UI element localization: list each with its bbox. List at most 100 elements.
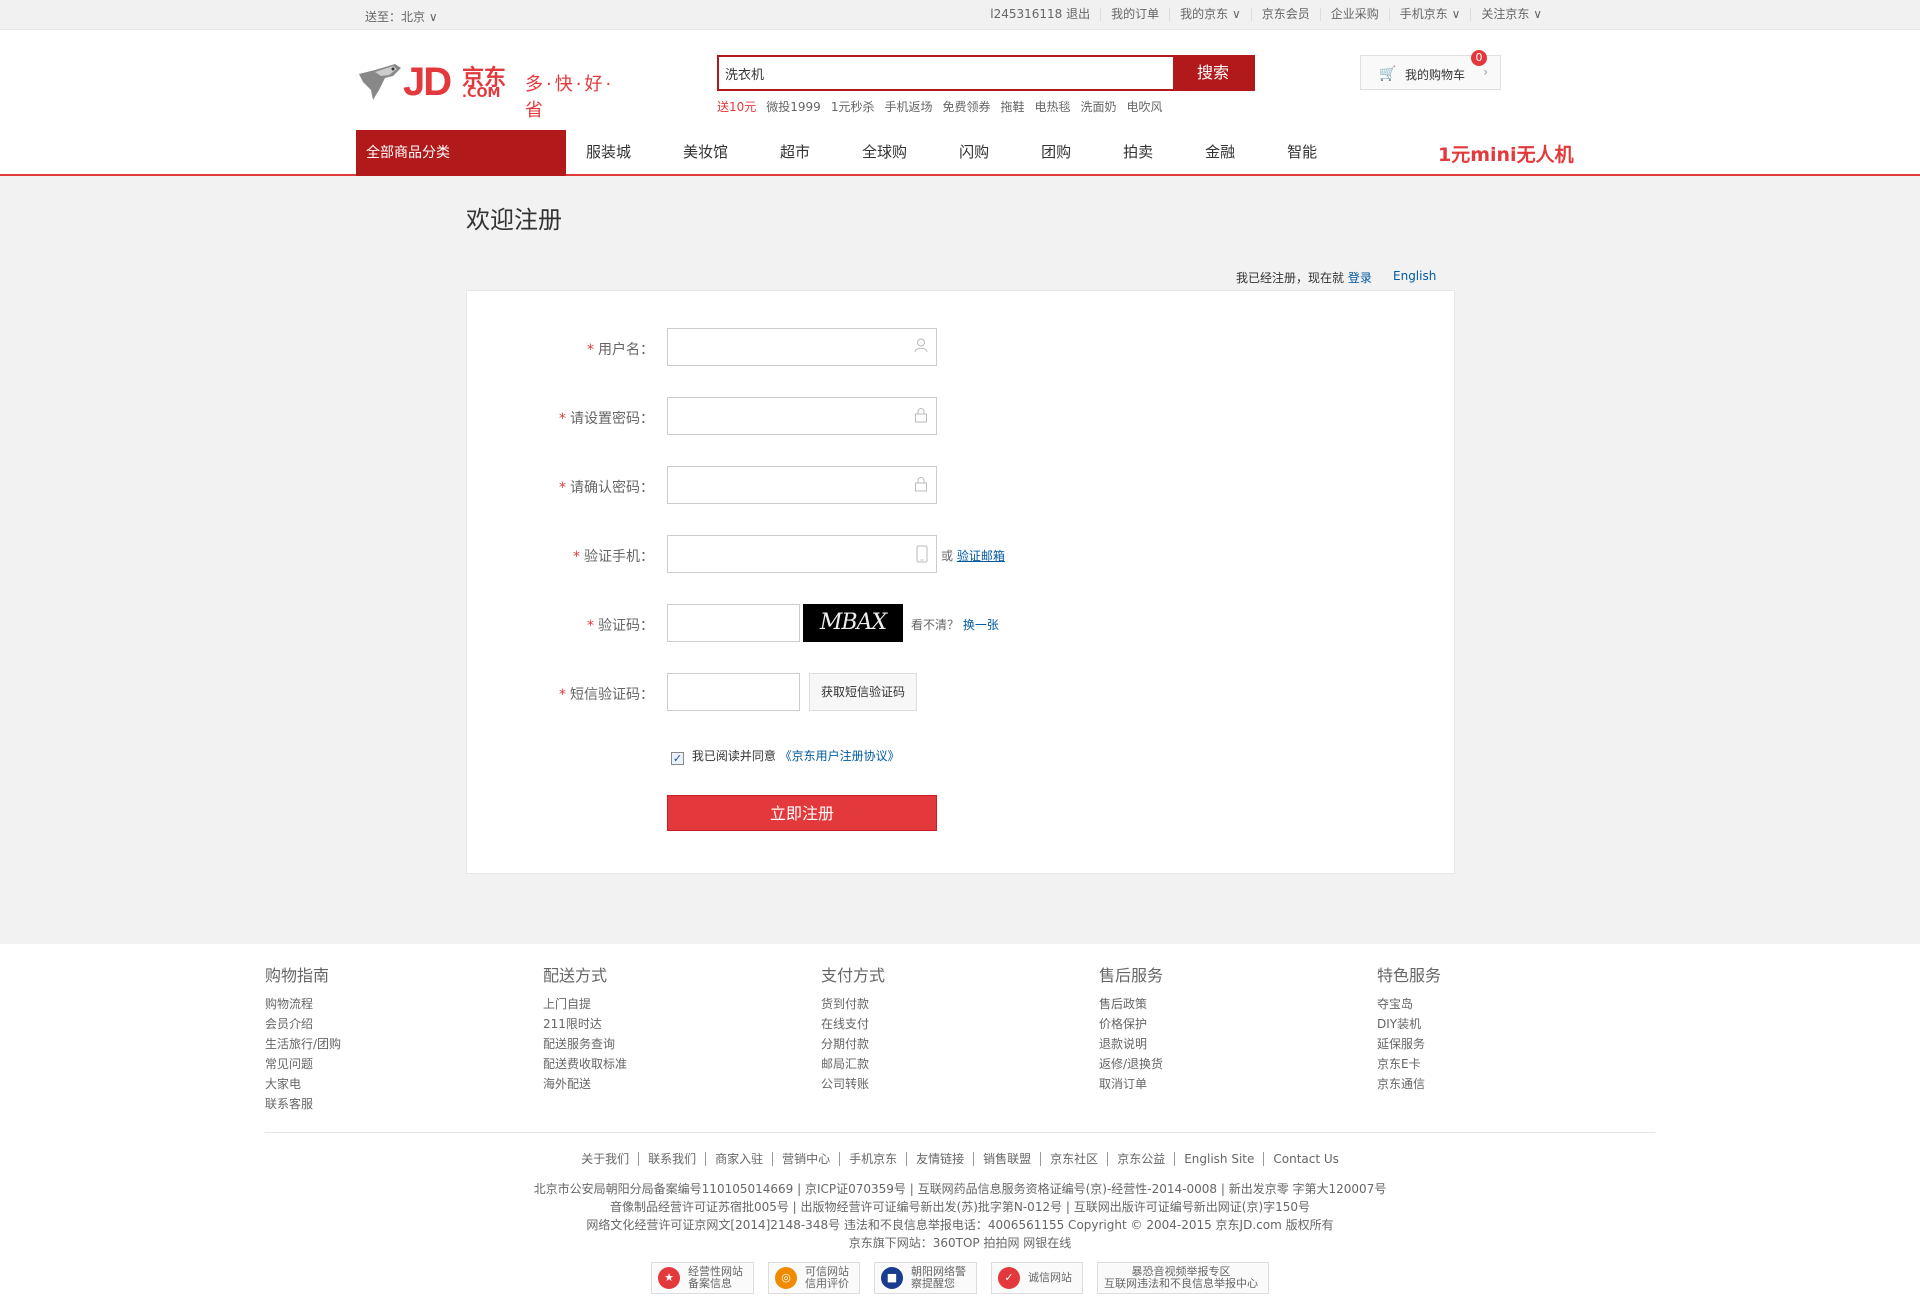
footer-col-title: 配送方式 (543, 966, 608, 985)
login-link[interactable]: 登录 (1348, 271, 1372, 285)
user-logout-link[interactable]: l245316118 退出 (980, 8, 1100, 21)
footer-link-mobile[interactable]: 手机京东 (839, 1152, 907, 1166)
footer-link[interactable]: 京东通信 (1377, 1074, 1597, 1094)
nav-item-clothing[interactable]: 服装城 (568, 128, 649, 176)
username-field[interactable] (667, 328, 937, 366)
footer-link[interactable]: 京东E卡 (1377, 1054, 1597, 1074)
sms-row: * 短信验证码： 获取短信验证码 (467, 673, 1456, 711)
nav-item-supermarket[interactable]: 超市 (762, 128, 828, 176)
verify-email-option: 或 验证邮箱 (941, 549, 1005, 563)
footer-link[interactable]: 联系客服 (265, 1094, 485, 1114)
nav-item-smart[interactable]: 智能 (1269, 128, 1335, 176)
register-submit-button[interactable]: 立即注册 (667, 795, 937, 831)
confirm-password-field[interactable] (667, 466, 937, 504)
search-input[interactable] (719, 57, 1169, 89)
trust-badge[interactable]: ◎ 可信网站 信用评价 (768, 1262, 860, 1294)
footer-link-about[interactable]: 关于我们 (572, 1152, 638, 1166)
trust-badge[interactable]: ■ 朝阳网络警 察提醒您 (874, 1262, 977, 1294)
all-categories-button[interactable]: 全部商品分类 (356, 130, 566, 176)
captcha-refresh-link[interactable]: 换一张 (963, 618, 999, 632)
jd-logo[interactable]: JD 京东 .COM 多·快·好·省 (355, 56, 625, 121)
footer-link[interactable]: 购物流程 (265, 994, 485, 1014)
footer-link-contact-us[interactable]: Contact Us (1263, 1152, 1348, 1166)
footer-link[interactable]: 货到付款 (821, 994, 1041, 1014)
jd-member-link[interactable]: 京东会员 (1250, 8, 1320, 21)
sms-code-field[interactable] (667, 673, 800, 711)
phone-field[interactable] (667, 535, 937, 573)
captcha-field[interactable] (667, 604, 800, 642)
footer-link[interactable]: 配送费收取标准 (543, 1054, 763, 1074)
logo-jd-text: JD (403, 60, 452, 104)
mobile-jd-link[interactable]: 手机京东 ∨ (1388, 8, 1471, 21)
trust-badge[interactable]: ★ 经营性网站 备案信息 (651, 1262, 754, 1294)
hot-word[interactable]: 送10元 (717, 98, 756, 115)
footer-link[interactable]: 常见问题 (265, 1054, 485, 1074)
hot-word[interactable]: 微投1999 (766, 98, 821, 115)
my-jd-link[interactable]: 我的京东 ∨ (1169, 8, 1251, 21)
hot-word[interactable]: 电吹风 (1127, 98, 1163, 115)
verify-email-link[interactable]: 验证邮箱 (957, 549, 1005, 563)
footer-link-marketing[interactable]: 营销中心 (772, 1152, 840, 1166)
footer-col-aftersales: 售后服务 售后政策 价格保护 退款说明 返修/退换货 取消订单 (1099, 962, 1319, 1094)
footer-link[interactable]: 价格保护 (1099, 1014, 1319, 1034)
footer-link-friends[interactable]: 友情链接 (906, 1152, 974, 1166)
nav-item-beauty[interactable]: 美妆馆 (665, 128, 746, 176)
footer-link[interactable]: 在线支付 (821, 1014, 1041, 1034)
footer-link[interactable]: 退款说明 (1099, 1034, 1319, 1054)
trust-badge[interactable]: 暴恐音视频举报专区 互联网违法和不良信息举报中心 (1097, 1262, 1269, 1294)
cart-button[interactable]: 🛒 我的购物车 › 0 (1360, 50, 1501, 90)
footer-link[interactable]: 公司转账 (821, 1074, 1041, 1094)
agree-checkbox[interactable]: ✓ (671, 752, 684, 765)
footer-link[interactable]: 大家电 (265, 1074, 485, 1094)
footer-link[interactable]: 海外配送 (543, 1074, 763, 1094)
footer-link[interactable]: 分期付款 (821, 1034, 1041, 1054)
hot-word[interactable]: 电热毯 (1035, 98, 1071, 115)
english-link[interactable]: English (1393, 269, 1436, 283)
password-field[interactable] (667, 397, 937, 435)
captcha-image[interactable]: MBAX (803, 604, 903, 642)
promo-banner[interactable]: 1元mini无人机 (1438, 140, 1574, 167)
hot-word[interactable]: 手机返场 (884, 98, 932, 115)
footer-link[interactable]: 上门自提 (543, 994, 763, 1014)
hot-word[interactable]: 1元秒杀 (831, 98, 875, 115)
footer-link[interactable]: 会员介绍 (265, 1014, 485, 1034)
cyber-police-icon: ■ (881, 1267, 903, 1289)
agreement-link[interactable]: 《京东用户注册协议》 (780, 749, 900, 763)
footer-link[interactable]: 邮局汇款 (821, 1054, 1041, 1074)
nav-item-global[interactable]: 全球购 (844, 128, 925, 176)
nav-item-flash[interactable]: 闪购 (941, 128, 1007, 176)
footer-link[interactable]: 生活旅行/团购 (265, 1034, 485, 1054)
search-button[interactable]: 搜索 (1173, 57, 1253, 89)
ship-to-selector[interactable]: 送至：北京 ∨ (365, 8, 438, 25)
hot-word[interactable]: 免费领券 (942, 98, 990, 115)
footer-col-title: 支付方式 (821, 966, 886, 985)
footer-link[interactable]: DIY装机 (1377, 1014, 1597, 1034)
register-form: * 用户名： * 请设置密码： * 请确认密码： * 验证手机： 或 验证邮箱 … (466, 290, 1455, 874)
footer-link[interactable]: 返修/退换货 (1099, 1054, 1319, 1074)
register-main: 欢迎注册 我已经注册，现在就 登录 English * 用户名： * 请设置密码： (0, 176, 1920, 944)
footer-link[interactable]: 售后政策 (1099, 994, 1319, 1014)
hot-word[interactable]: 洗面奶 (1081, 98, 1117, 115)
nav-item-auction[interactable]: 拍卖 (1105, 128, 1171, 176)
footer-link-english[interactable]: English Site (1174, 1152, 1264, 1166)
my-orders-link[interactable]: 我的订单 (1100, 8, 1169, 21)
footer-link[interactable]: 延保服务 (1377, 1034, 1597, 1054)
get-sms-code-button[interactable]: 获取短信验证码 (809, 673, 917, 711)
follow-jd-link[interactable]: 关注京东 ∨ (1470, 8, 1552, 21)
hot-word[interactable]: 拖鞋 (1001, 98, 1025, 115)
footer-link-contact[interactable]: 联系我们 (638, 1152, 706, 1166)
footer-link-community[interactable]: 京东社区 (1040, 1152, 1108, 1166)
nav-item-finance[interactable]: 金融 (1187, 128, 1253, 176)
trust-badge[interactable]: ✓ 诚信网站 (991, 1262, 1083, 1294)
police-badge-icon: ★ (658, 1267, 680, 1289)
footer-link[interactable]: 夺宝岛 (1377, 994, 1597, 1014)
footer-link-charity[interactable]: 京东公益 (1107, 1152, 1175, 1166)
footer-link[interactable]: 配送服务查询 (543, 1034, 763, 1054)
footer-link-merchant[interactable]: 商家入驻 (705, 1152, 773, 1166)
footer-link[interactable]: 取消订单 (1099, 1074, 1319, 1094)
enterprise-link[interactable]: 企业采购 (1319, 8, 1389, 21)
footer-link-affiliate[interactable]: 销售联盟 (973, 1152, 1041, 1166)
footer-link[interactable]: 211限时达 (543, 1014, 763, 1034)
footer-col-title: 特色服务 (1377, 966, 1442, 985)
nav-item-group[interactable]: 团购 (1023, 128, 1089, 176)
